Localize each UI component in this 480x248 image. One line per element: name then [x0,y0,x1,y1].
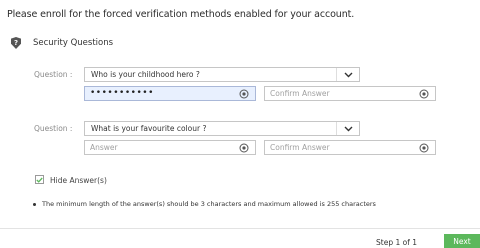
section-title: Security Questions [33,38,114,48]
question-select-1-value: Who is your childhood hero ? [91,70,200,79]
show-password-icon[interactable] [239,89,249,99]
confirm-answer-field-2[interactable]: Confirm Answer [264,140,436,155]
question-select-2[interactable]: What is your favourite colour ? [84,121,360,136]
page-heading: Please enroll for the forced verificatio… [7,9,355,20]
answer-field-2[interactable]: Answer [84,140,256,155]
question-label-1: Question : [34,70,73,79]
confirm-answer-field-1-placeholder: Confirm Answer [270,89,330,98]
length-note: The minimum length of the answer(s) shou… [33,200,376,208]
length-note-text: The minimum length of the answer(s) shou… [42,200,376,208]
answer-field-1[interactable]: ••••••••••• [84,86,256,101]
bullet-icon [33,202,36,206]
confirm-answer-field-2-placeholder: Confirm Answer [270,143,330,152]
next-button[interactable]: Next [444,234,480,248]
chevron-down-icon [336,68,359,81]
shield-question-icon: ? [11,37,21,49]
show-password-icon[interactable] [419,143,429,153]
answer-field-2-placeholder: Answer [90,143,118,152]
hide-answers-checkbox[interactable] [35,175,44,184]
hide-answers-label[interactable]: Hide Answer(s) [50,176,107,185]
confirm-answer-field-1[interactable]: Confirm Answer [264,86,436,101]
show-password-icon[interactable] [239,143,249,153]
question-select-1[interactable]: Who is your childhood hero ? [84,67,360,82]
section-header: ? Security Questions [11,37,113,49]
question-select-2-value: What is your favourite colour ? [91,124,207,133]
show-password-icon[interactable] [419,89,429,99]
answer-field-1-value: ••••••••••• [90,88,154,98]
question-label-2: Question : [34,124,73,133]
checkmark-icon [36,177,43,183]
chevron-down-icon [336,122,359,135]
footer-divider [0,228,480,229]
step-indicator: Step 1 of 1 [376,238,418,247]
